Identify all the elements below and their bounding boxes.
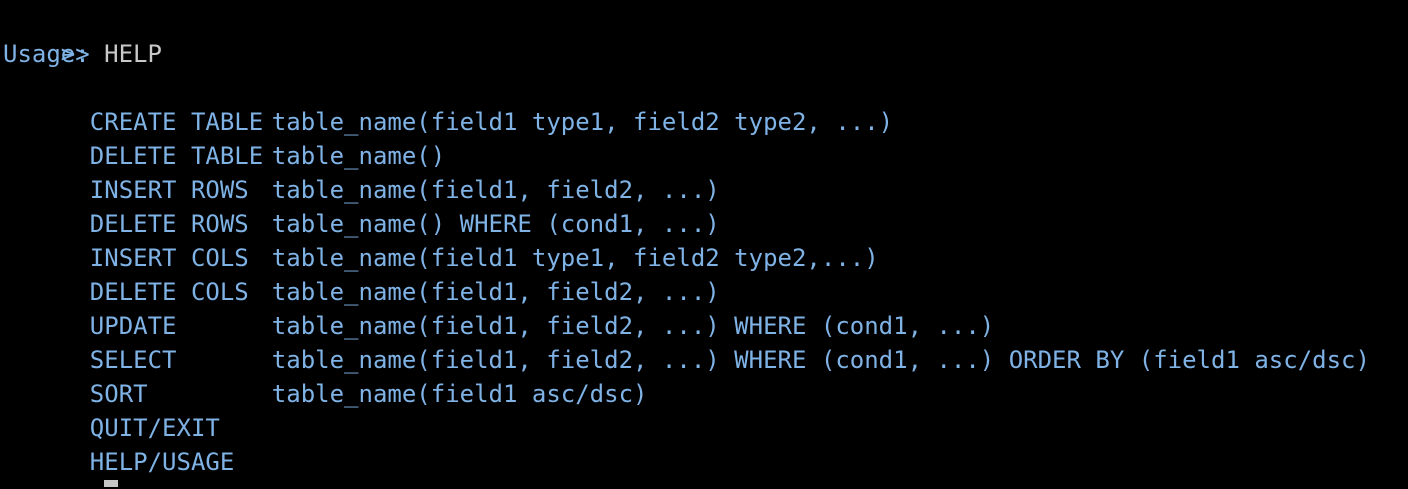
usage-row: INSERT ROWS table_name(field1, field2, ..…	[3, 139, 1403, 204]
usage-row: INSERT COLS table_name(field1 type1, fiel…	[3, 207, 1403, 272]
usage-keyword: HELP/USAGE	[89, 448, 235, 476]
terminal-window[interactable]: >> HELP Usage: CREATE TABLE table_name(fi…	[3, 3, 1403, 487]
usage-title: Usage:	[3, 40, 90, 68]
usage-row: DELETE ROWS table_name() WHERE (cond1, ..…	[3, 173, 1403, 238]
usage-row: HELP/USAGE	[3, 411, 1403, 476]
usage-row: CREATE TABLE table_name(field1 type1, fie…	[3, 71, 1403, 136]
usage-row: DELETE TABLE table_name()	[3, 105, 1403, 170]
prompt-symbol: >>	[61, 482, 90, 487]
usage-row: SELECT table_name(field1, field2, ...) WH…	[3, 309, 1403, 374]
entered-command: HELP	[104, 40, 162, 68]
usage-row: QUIT/EXIT	[3, 377, 1403, 442]
usage-row: UPDATE table_name(field1, field2, ...) WH…	[3, 275, 1403, 340]
command-line: >> HELP	[3, 3, 1403, 68]
usage-row: DELETE COLS table_name(field1, field2, ..…	[3, 241, 1403, 306]
usage-row: SORT table_name(field1 asc/dsc)	[3, 343, 1403, 408]
text-cursor	[103, 480, 118, 487]
